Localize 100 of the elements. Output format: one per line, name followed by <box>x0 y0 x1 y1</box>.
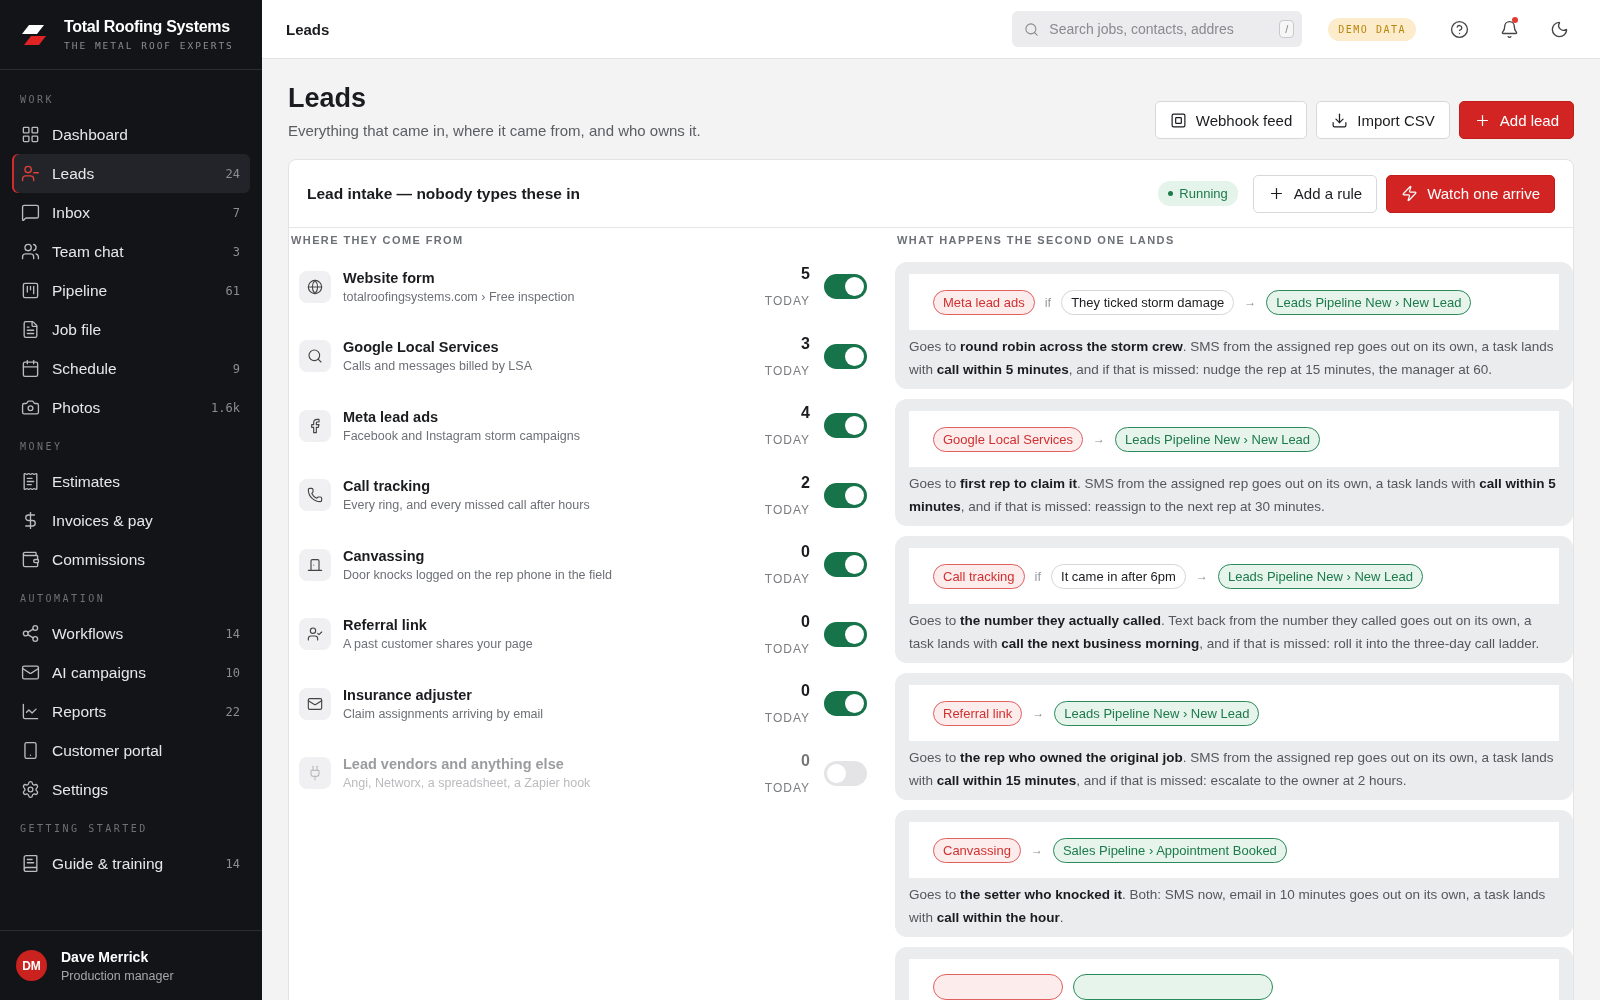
source-tag: Meta lead ads <box>933 289 1035 315</box>
condition-tag: They ticked storm damage <box>1061 289 1235 315</box>
arrow-label: → <box>1244 295 1257 309</box>
action-button[interactable]: Watch one arrive <box>1386 174 1555 213</box>
nav-item[interactable]: Photos 1.6k <box>12 388 250 427</box>
action-button[interactable]: Import CSV <box>1316 101 1450 139</box>
nav-label: Customer portal <box>52 741 164 760</box>
nav-item[interactable]: Dashboard <box>12 115 250 154</box>
nav-item[interactable]: Job file <box>12 310 250 349</box>
mail-icon <box>21 663 40 682</box>
nav-item[interactable]: Team chat 3 <box>12 232 250 271</box>
nav-item[interactable]: Customer portal <box>12 731 250 770</box>
nav-label: Pipeline <box>52 281 109 300</box>
search-field[interactable]: Search jobs, contacts, addres / <box>1012 11 1303 47</box>
today-count: 5 <box>801 265 810 284</box>
nav-count: 9 <box>232 361 240 376</box>
nav-item[interactable]: Schedule 9 <box>12 349 250 388</box>
if-label: if <box>1044 294 1052 310</box>
lightning-icon <box>1401 185 1419 202</box>
phone-icon <box>307 487 323 504</box>
toggle-switch[interactable] <box>824 482 867 508</box>
period-label: TODAY <box>764 433 810 448</box>
user-icon <box>21 164 40 183</box>
nav-label: Estimates <box>52 472 122 491</box>
source-detail: Claim assignments arriving by email <box>343 706 545 721</box>
nav-label: Job file <box>52 320 103 339</box>
nav-count: 3 <box>232 244 240 259</box>
toggle-switch[interactable] <box>824 760 867 786</box>
arrow-label: → <box>1093 432 1106 446</box>
period-label: TODAY <box>764 294 810 309</box>
status-badge: Running <box>1158 181 1238 206</box>
document-icon <box>21 320 40 339</box>
target-tag: Leads Pipeline New › New Lead <box>1266 289 1472 315</box>
source-name: Canvassing <box>343 547 426 564</box>
if-label: if <box>1034 568 1042 584</box>
nav-label: Leads <box>52 164 96 183</box>
section-label: WORK <box>19 93 56 107</box>
arrow-label: → <box>1195 569 1208 583</box>
source-tag: Referral link <box>933 700 1023 726</box>
toggle-switch[interactable] <box>824 691 867 717</box>
bell-icon <box>1499 19 1519 39</box>
nav-item[interactable]: Pipeline 61 <box>12 271 250 310</box>
card-title: Lead intake — nobody types these in <box>307 184 581 203</box>
toggle-switch[interactable] <box>824 413 867 439</box>
page-subtitle: Everything that came in, where it came from, and who owns it. <box>288 122 701 139</box>
nav-item[interactable]: Estimates <box>12 462 250 501</box>
action-button[interactable]: Webhook feed <box>1154 101 1308 139</box>
nav-item[interactable]: Leads 24 <box>12 154 250 193</box>
toggle-switch[interactable] <box>824 552 867 578</box>
nav-label: AI campaigns <box>52 663 147 682</box>
target-tag: Leads Pipeline New › New Lead <box>1054 700 1260 726</box>
nav-item[interactable]: Settings <box>12 770 250 809</box>
source-detail: A past customer shares your page <box>343 637 534 652</box>
grid-icon <box>21 125 40 144</box>
user-name: Dave Merrick <box>61 948 150 965</box>
square-icon <box>1169 111 1187 129</box>
nav-count: 14 <box>225 626 240 641</box>
wallet-icon <box>21 550 40 569</box>
nav-item[interactable]: Invoices & pay <box>12 501 250 540</box>
search-icon <box>307 348 323 365</box>
camera-icon <box>21 398 40 417</box>
topbar-title: Leads <box>286 20 331 38</box>
page-title: Leads <box>288 83 368 114</box>
target-tag: Leads Pipeline New › New Lead <box>1217 563 1423 589</box>
nav-label: Inbox <box>52 203 91 222</box>
nav-count: 1.6k <box>211 400 240 415</box>
toggle-switch[interactable] <box>824 621 867 647</box>
phone-icon <box>21 741 40 760</box>
search-input[interactable]: Search jobs, contacts, addres <box>1047 20 1272 38</box>
help-icon <box>1449 19 1469 39</box>
user-role: Production manager <box>61 968 174 983</box>
moon-icon <box>1549 19 1569 39</box>
door-icon <box>307 556 323 573</box>
period-label: TODAY <box>764 780 810 795</box>
source-detail: Facebook and Instagram storm campaigns <box>343 428 581 443</box>
nav-count: 10 <box>225 665 240 680</box>
nav-item[interactable]: AI campaigns 10 <box>12 653 250 692</box>
nav-item[interactable]: Guide & training 14 <box>12 844 250 883</box>
nav-count: 7 <box>232 205 240 220</box>
nav-item[interactable]: Reports 22 <box>12 692 250 731</box>
nav-count: 61 <box>225 283 240 298</box>
action-button[interactable]: Add a rule <box>1252 174 1378 213</box>
nav-label: Guide & training <box>52 854 165 873</box>
nav-item[interactable]: Workflows 14 <box>12 614 250 653</box>
toggle-switch[interactable] <box>824 343 867 369</box>
user-avatar[interactable]: DM <box>16 950 47 981</box>
rule-description: Goes to the rep who owned the original job. SMS from the assigned rep goes out on its own, a task lands with call within 15 minutes, and if that is missed: escalate to the owner at 2 hours. <box>909 749 1555 790</box>
period-label: TODAY <box>764 363 810 378</box>
chat-icon <box>21 203 40 222</box>
nav-item[interactable]: Commissions <box>12 540 250 579</box>
receipt-icon <box>21 472 40 491</box>
action-button[interactable]: Add lead <box>1458 101 1574 139</box>
toggle-switch[interactable] <box>824 274 867 300</box>
shortcut-key: / <box>1279 20 1295 38</box>
source-name: Meta lead ads <box>343 408 440 425</box>
today-count: 0 <box>801 751 810 770</box>
nav-label: Invoices & pay <box>52 511 154 530</box>
section-label: GETTING STARTED <box>19 822 149 836</box>
source-name: Google Local Services <box>343 339 500 356</box>
nav-item[interactable]: Inbox 7 <box>12 193 250 232</box>
